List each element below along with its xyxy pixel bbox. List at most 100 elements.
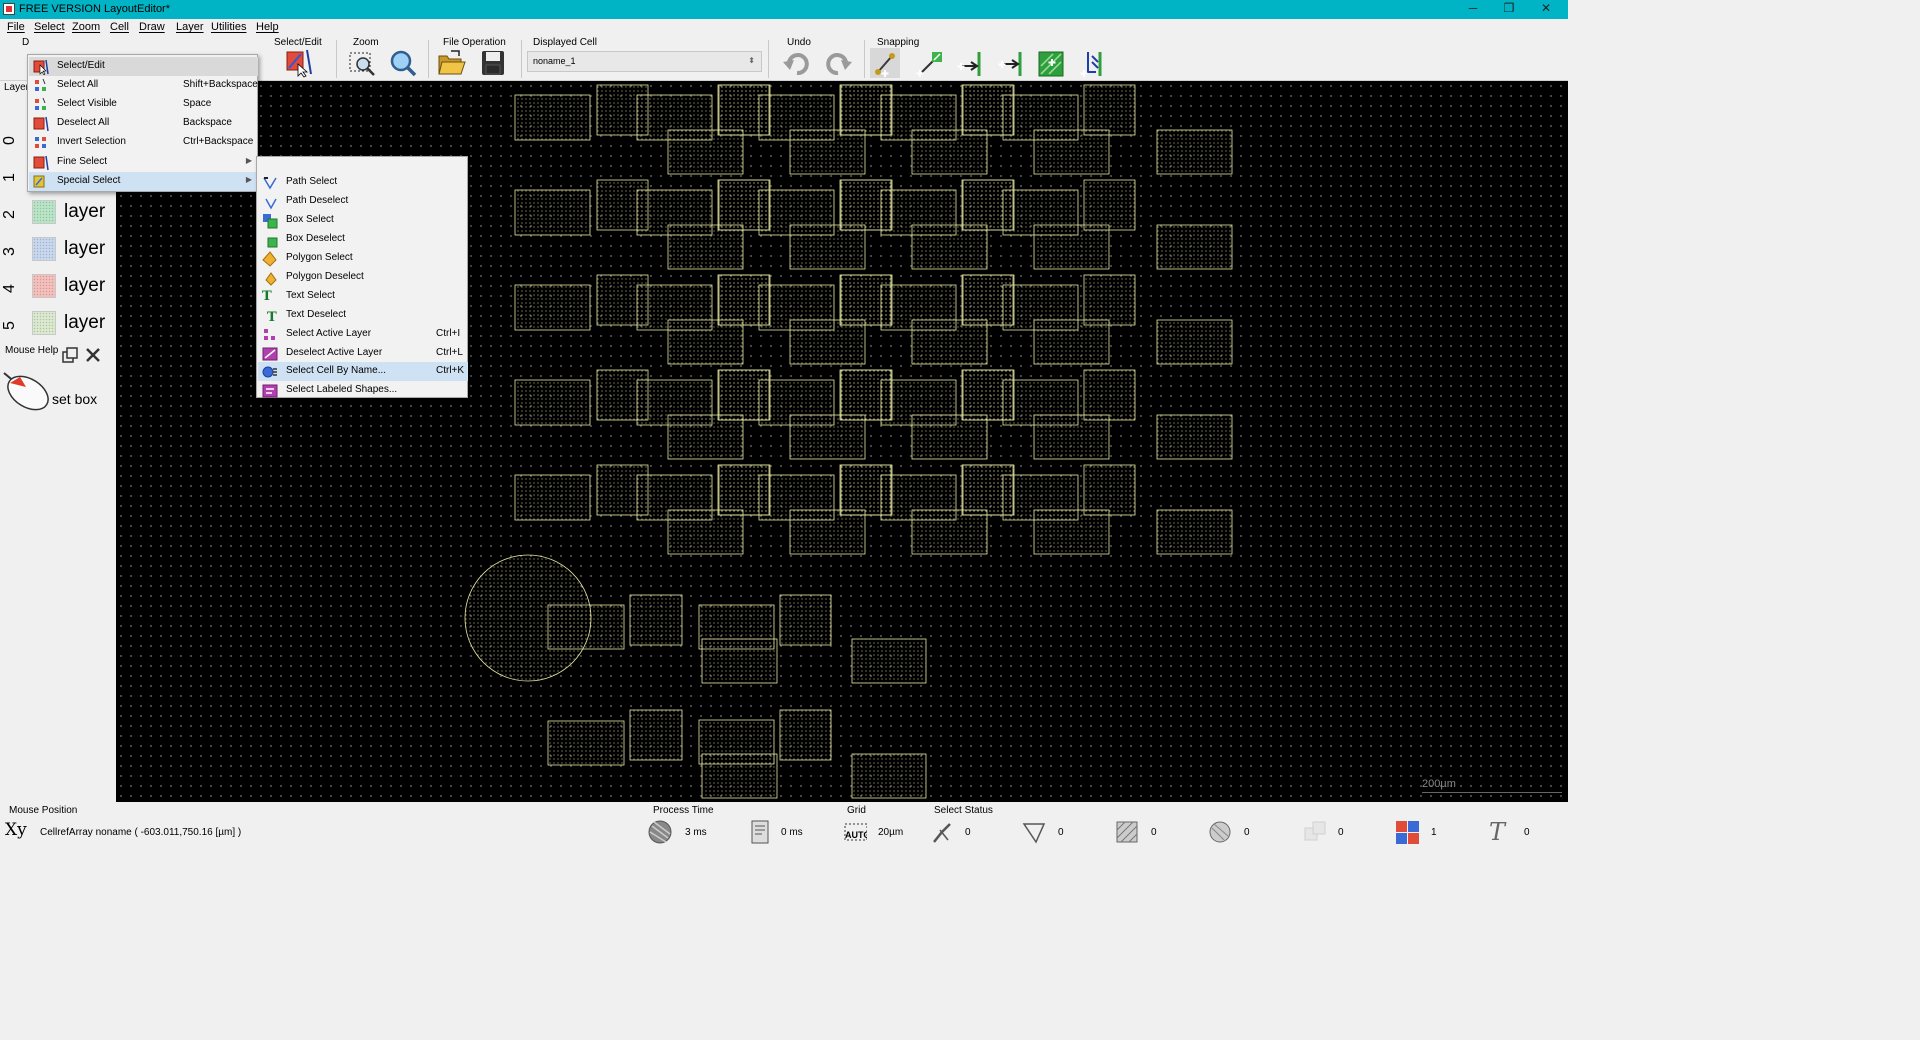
- menu-item-select-active-layer[interactable]: Select Active Layer Ctrl+I: [258, 325, 468, 344]
- path-select-icon: [263, 177, 277, 190]
- menu-item-select-labeled-shapes[interactable]: Select Labeled Shapes...: [258, 381, 468, 400]
- displayed-cell-select[interactable]: noname_1 ⬍: [527, 51, 762, 72]
- zoom-button[interactable]: [388, 48, 418, 78]
- layer-row-5[interactable]: 5 layer: [0, 306, 116, 342]
- layout-box: [514, 94, 591, 141]
- menu-item-shortcut: Ctrl+Backspace: [183, 136, 254, 147]
- snap-shape-button[interactable]: [1037, 48, 1067, 78]
- select-status-label: Select Status: [934, 805, 993, 816]
- layout-box: [1033, 319, 1110, 365]
- restore-button[interactable]: ❐: [1492, 0, 1526, 19]
- close-button[interactable]: ✕: [1529, 0, 1563, 19]
- layout-box: [1156, 224, 1233, 270]
- snap-point-button[interactable]: [914, 48, 944, 78]
- menu-item-fine-select[interactable]: Fine Select ▶: [29, 153, 258, 172]
- mouse-help-header: Mouse Help: [0, 343, 116, 365]
- layout-box: [629, 709, 683, 761]
- menu-help[interactable]: Help: [256, 21, 279, 33]
- layout-box: [851, 753, 927, 799]
- select-labeled-shapes-icon: [262, 384, 278, 398]
- scale-bar: [1422, 792, 1562, 793]
- layout-box: [851, 638, 927, 684]
- layout-box: [1083, 464, 1136, 516]
- deselect-active-layer-icon: [262, 347, 278, 361]
- menu-item-select-all[interactable]: Select All Shift+Backspace: [29, 76, 258, 95]
- layer-row-2[interactable]: 2 layer: [0, 195, 116, 231]
- redo-button[interactable]: [823, 48, 853, 78]
- snap-edge-button[interactable]: [996, 48, 1026, 78]
- menu-item-select-edit[interactable]: Select/Edit: [29, 57, 258, 76]
- save-button[interactable]: [478, 48, 508, 78]
- polygon-select-icon: [262, 251, 277, 267]
- menu-item-deselect-all[interactable]: Deselect All Backspace: [29, 114, 258, 133]
- layout-box: [1156, 414, 1233, 460]
- menu-item-invert-selection[interactable]: Invert Selection Ctrl+Backspace: [29, 133, 258, 152]
- menu-utilities[interactable]: Utilities: [211, 21, 246, 33]
- snap-line-icon: [957, 52, 981, 76]
- menu-item-polygon-select[interactable]: Polygon Select: [258, 249, 468, 268]
- cellref-array-count-icon: [1396, 821, 1419, 844]
- layer-name: layer: [64, 238, 106, 259]
- menu-item-select-visible[interactable]: Select Visible Space: [29, 95, 258, 114]
- select-visible-icon: [35, 97, 46, 110]
- special-select-icon: [33, 175, 45, 188]
- toolbar-separator: [521, 40, 522, 78]
- menu-item-text-select[interactable]: T Text Select: [258, 287, 468, 306]
- snap-grid-button[interactable]: [870, 48, 900, 78]
- layout-box: [911, 224, 988, 270]
- layer-row-3[interactable]: 3 layer: [0, 232, 116, 268]
- mouse-position-value: CellrefArray noname ( -603.011,750.16 [µ…: [40, 827, 242, 838]
- menu-item-special-select[interactable]: Special Select ▶: [29, 172, 258, 191]
- open-file-button[interactable]: [437, 48, 467, 78]
- menu-item-shortcut: Ctrl+L: [436, 347, 463, 358]
- menu-item-shortcut: Space: [183, 98, 212, 109]
- menu-layer[interactable]: Layer: [176, 21, 204, 33]
- layout-box: [1083, 179, 1136, 231]
- undock-icon[interactable]: [62, 347, 78, 363]
- menu-item-path-deselect[interactable]: Path Deselect: [258, 192, 468, 211]
- menu-item-deselect-active-layer[interactable]: Deselect Active Layer Ctrl+L: [258, 344, 468, 363]
- mouse-help-text: set box: [52, 391, 98, 407]
- menu-cell[interactable]: Cell: [110, 21, 129, 33]
- menu-zoom[interactable]: Zoom: [72, 21, 100, 33]
- zoom-box-button[interactable]: [347, 48, 377, 78]
- select-count-text: 0: [1524, 827, 1530, 838]
- layer-number: 5: [1, 321, 18, 330]
- menu-draw[interactable]: Draw: [139, 21, 165, 33]
- menu-select[interactable]: Select: [34, 21, 65, 33]
- undo-button[interactable]: [782, 48, 812, 78]
- menu-item-path-select[interactable]: Path Select: [258, 173, 468, 192]
- layout-box: [911, 414, 988, 460]
- layers-title: Layer: [4, 82, 30, 93]
- file-operation-group-label: File Operation: [443, 37, 506, 48]
- layout-box: [1033, 129, 1110, 175]
- mouse-position-label: Mouse Position: [9, 805, 78, 816]
- scale-label: 200µm: [1422, 778, 1456, 790]
- layer-row-4[interactable]: 4 layer: [0, 269, 116, 305]
- minimize-button[interactable]: ─: [1456, 0, 1490, 19]
- menu-item-select-cell-by-name[interactable]: Select Cell By Name... Ctrl+K: [258, 362, 468, 381]
- layout-box: [911, 509, 988, 555]
- fine-select-icon: [33, 155, 49, 171]
- layer-name: layer: [64, 275, 106, 296]
- snap-angle-button[interactable]: [1078, 48, 1108, 78]
- snapping-group-label: Snapping: [877, 37, 920, 48]
- menu-item-polygon-deselect[interactable]: Polygon Deselect: [258, 268, 468, 287]
- select-edit-button[interactable]: [285, 48, 315, 78]
- layout-box: [1156, 319, 1233, 365]
- close-panel-icon[interactable]: [85, 347, 101, 363]
- layout-box: [1156, 509, 1233, 555]
- undo-group-label: Undo: [787, 37, 811, 48]
- layout-box: [547, 720, 625, 766]
- layout-box: [789, 414, 866, 460]
- menu-item-text-deselect[interactable]: T Text Deselect: [258, 306, 468, 325]
- snap-line-button[interactable]: [955, 48, 985, 78]
- select-all-icon: [35, 78, 46, 91]
- menu-item-box-select[interactable]: Box Select: [258, 211, 468, 230]
- menu-file[interactable]: File: [7, 21, 25, 33]
- menu-item-shortcut: Backspace: [183, 117, 232, 128]
- invert-selection-icon: [35, 137, 46, 148]
- toolbar-separator: [428, 40, 429, 78]
- menu-item-box-deselect[interactable]: Box Deselect: [258, 230, 468, 249]
- process-time-1: 3 ms: [685, 827, 707, 838]
